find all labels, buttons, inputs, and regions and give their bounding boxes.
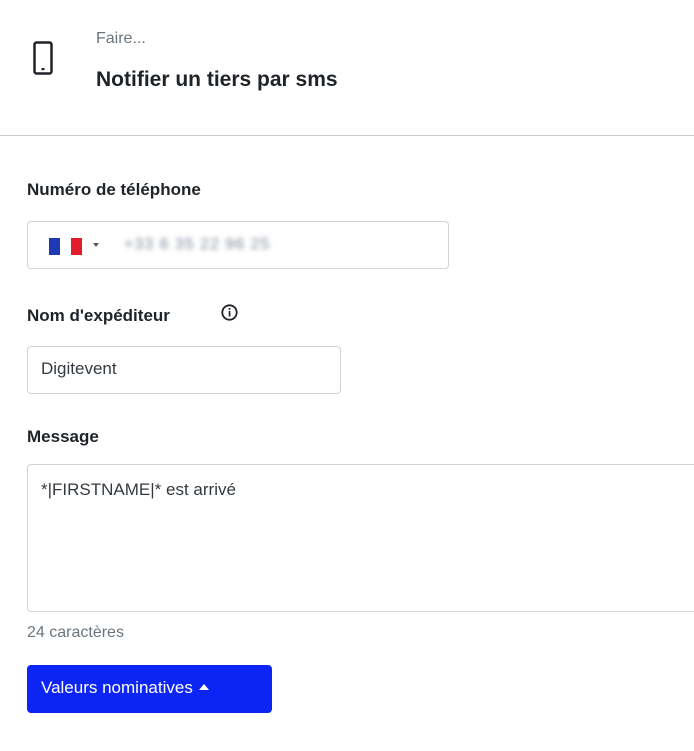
phone-value[interactable]: +33 6 35 22 96 25 [124,236,270,254]
message-label: Message [27,427,99,446]
nominative-values-label: Valeurs nominatives [41,678,193,697]
flag-stripe [71,238,82,255]
phone-input[interactable]: +33 6 35 22 96 25 [27,221,449,269]
caret-up-icon [198,683,209,690]
sender-label: Nom d'expéditeur [27,306,170,325]
flag-stripe [60,238,71,255]
info-circle-icon[interactable] [221,304,238,321]
header: Faire... Notifier un tiers par sms [0,0,694,136]
chevron-down-icon[interactable] [93,243,99,247]
phone-label: Numéro de téléphone [27,180,201,199]
sender-name-input[interactable]: Digitevent [27,346,341,394]
country-selector[interactable] [49,238,82,255]
flag-stripe [49,238,60,255]
message-textarea[interactable]: *|FIRSTNAME|* est arrivé [27,464,694,612]
header-pre-title: Faire... [96,30,146,47]
smartphone-icon [33,41,53,75]
nominative-values-button[interactable]: Valeurs nominatives [27,665,272,713]
char-count: 24 caractères [27,624,124,641]
page-title: Notifier un tiers par sms [96,68,338,91]
